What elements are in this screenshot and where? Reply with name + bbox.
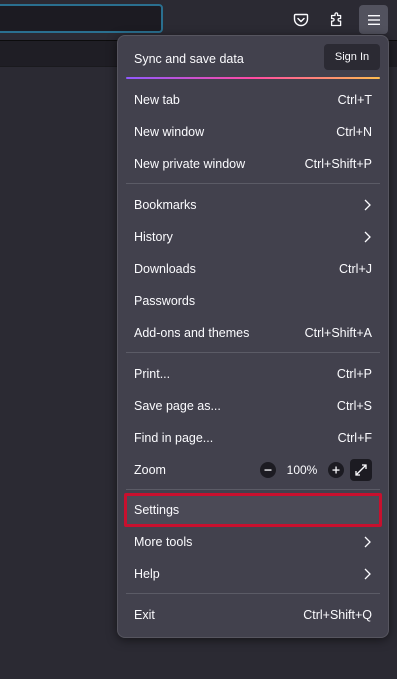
menu-item-bookmarks[interactable]: Bookmarks [126, 189, 380, 221]
menu-item-find-in-page[interactable]: Find in page... Ctrl+F [126, 422, 380, 454]
chevron-right-icon [362, 535, 372, 549]
menu-item-shortcut: Ctrl+J [339, 262, 372, 276]
menu-item-passwords[interactable]: Passwords [126, 285, 380, 317]
menu-item-label: Downloads [134, 262, 196, 276]
menu-item-shortcut: Ctrl+Shift+A [304, 326, 372, 340]
menu-item-label: New tab [134, 93, 180, 107]
menu-item-shortcut: Ctrl+F [337, 431, 372, 445]
menu-item-label: Exit [134, 608, 155, 622]
chevron-right-icon [362, 230, 372, 244]
menu-item-label: Passwords [134, 294, 196, 308]
menu-item-label: Find in page... [134, 431, 214, 445]
app-menu-button[interactable] [359, 5, 388, 34]
menu-item-addons-themes[interactable]: Add-ons and themes Ctrl+Shift+A [126, 317, 380, 349]
menu-item-new-tab[interactable]: New tab Ctrl+T [126, 84, 380, 116]
hamburger-menu-icon [367, 14, 380, 25]
sign-in-button[interactable]: Sign In [324, 44, 380, 70]
chevron-right-icon [362, 567, 372, 581]
menu-item-label: More tools [134, 535, 193, 549]
menu-item-new-window[interactable]: New window Ctrl+N [126, 116, 380, 148]
menu-item-print[interactable]: Print... Ctrl+P [126, 358, 380, 390]
zoom-out-button[interactable] [260, 462, 276, 478]
chevron-right-icon [362, 198, 372, 212]
menu-item-label: Zoom [134, 463, 166, 477]
menu-item-downloads[interactable]: Downloads Ctrl+J [126, 253, 380, 285]
menu-separator [126, 183, 380, 184]
menu-item-new-private-window[interactable]: New private window Ctrl+Shift+P [126, 148, 380, 180]
extensions-button[interactable] [322, 5, 351, 34]
menu-separator [126, 489, 380, 490]
menu-item-zoom: Zoom 100% [126, 454, 380, 486]
menu-item-label: History [134, 230, 173, 244]
pocket-icon [293, 13, 308, 26]
menu-item-label: Bookmarks [134, 198, 197, 212]
content-divider [0, 66, 120, 67]
extensions-icon [330, 11, 341, 26]
pocket-button[interactable] [286, 5, 315, 34]
menu-item-more-tools[interactable]: More tools [126, 526, 380, 558]
menu-item-label: Add-ons and themes [134, 326, 250, 340]
menu-item-label: Save page as... [134, 399, 221, 413]
menu-item-save-page[interactable]: Save page as... Ctrl+S [126, 390, 380, 422]
menu-item-label: Help [134, 567, 160, 581]
menu-item-label: New private window [134, 157, 246, 171]
plus-icon [332, 466, 340, 474]
fullscreen-button[interactable] [350, 459, 372, 481]
menu-item-settings[interactable]: Settings [126, 494, 380, 526]
zoom-in-button[interactable] [328, 462, 344, 478]
zoom-controls: 100% [260, 459, 372, 481]
menu-item-help[interactable]: Help [126, 558, 380, 590]
menu-item-shortcut: Ctrl+S [336, 399, 372, 413]
fullscreen-icon [355, 464, 367, 476]
menu-item-history[interactable]: History [126, 221, 380, 253]
url-bar[interactable] [0, 4, 163, 33]
sync-gradient-separator [126, 77, 380, 79]
zoom-level[interactable]: 100% [276, 463, 328, 477]
menu-item-shortcut: Ctrl+P [336, 367, 372, 381]
menu-item-shortcut: Ctrl+N [336, 125, 372, 139]
menu-item-label: New window [134, 125, 205, 139]
menu-item-label: Settings [134, 503, 180, 517]
app-menu-panel: Sync and save data Sign In New tab Ctrl+… [117, 35, 389, 638]
menu-separator [126, 593, 380, 594]
minus-icon [264, 469, 272, 471]
menu-item-shortcut: Ctrl+Shift+Q [303, 608, 372, 622]
menu-item-label: Print... [134, 367, 171, 381]
menu-separator [126, 352, 380, 353]
menu-item-exit[interactable]: Exit Ctrl+Shift+Q [126, 599, 380, 631]
menu-item-shortcut: Ctrl+Shift+P [304, 157, 372, 171]
menu-item-shortcut: Ctrl+T [337, 93, 372, 107]
